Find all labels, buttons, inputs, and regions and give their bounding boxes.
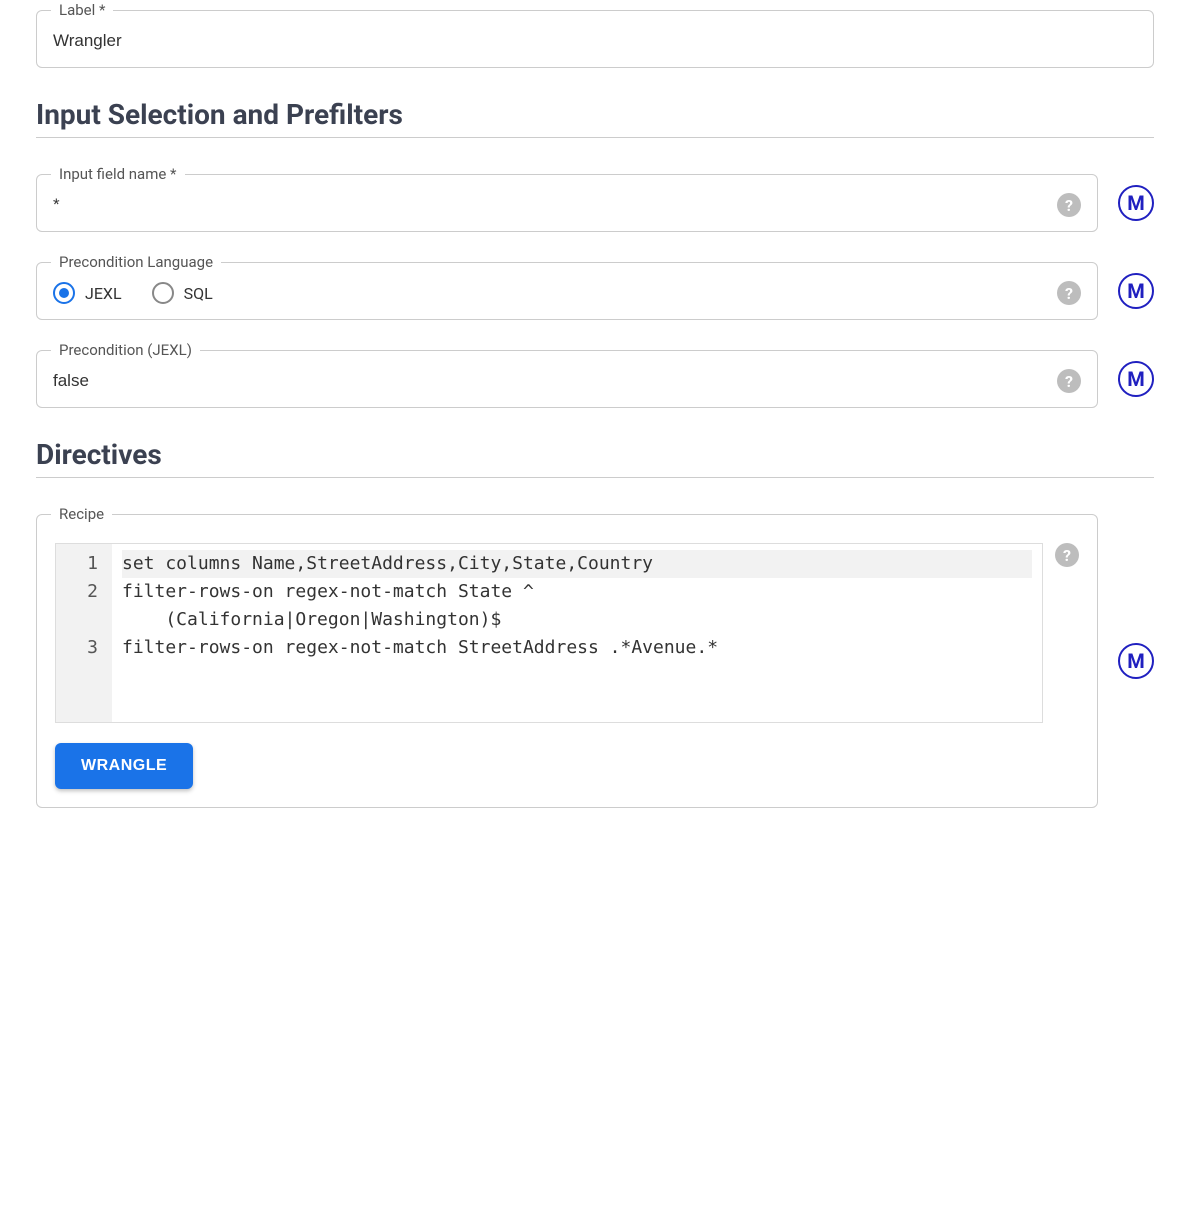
section-rule [36,137,1154,138]
label-input[interactable] [53,29,1137,53]
section-directives-heading: Directives [36,438,1154,471]
code-gutter: 1 2 3 [56,544,112,722]
section-input-selection-heading: Input Selection and Prefilters [36,98,1154,131]
help-icon[interactable]: ? [1055,543,1079,567]
recipe-legend: Recipe [51,505,112,523]
wrangle-button[interactable]: WRANGLE [55,743,193,789]
radio-label: JEXL [85,284,122,303]
input-field-name-legend: Input field name * [51,165,185,183]
precondition-jexl-fieldset: Precondition (JEXL) ? [36,350,1098,408]
code-line: filter-rows-on regex-not-match State ^ [122,578,1032,606]
precondition-language-option-sql[interactable]: SQL [152,282,213,304]
macro-icon[interactable]: M [1118,185,1154,221]
recipe-code-editor[interactable]: 1 2 3 set columns Name,StreetAddress,Cit… [55,543,1043,723]
macro-icon[interactable]: M [1118,643,1154,679]
help-icon[interactable]: ? [1057,193,1081,217]
precondition-language-legend: Precondition Language [51,253,221,271]
help-icon[interactable]: ? [1057,369,1081,393]
code-lines: set columns Name,StreetAddress,City,Stat… [112,544,1042,722]
radio-label: SQL [184,284,213,303]
code-line: filter-rows-on regex-not-match StreetAdd… [122,634,1032,662]
precondition-language-fieldset: Precondition Language JEXL SQL ? [36,262,1098,320]
help-icon[interactable]: ? [1057,281,1081,305]
code-line: (California|Oregon|Washington)$ [122,606,1032,634]
label-fieldset: Label * [36,10,1154,68]
precondition-jexl-input[interactable] [53,369,1057,393]
macro-icon[interactable]: M [1118,273,1154,309]
input-field-name-fieldset: Input field name * ? [36,174,1098,232]
precondition-language-option-jexl[interactable]: JEXL [53,282,122,304]
label-field-legend: Label * [51,1,113,19]
macro-icon[interactable]: M [1118,361,1154,397]
radio-unselected-icon [152,282,174,304]
input-field-name-input[interactable] [53,193,1057,217]
precondition-jexl-legend: Precondition (JEXL) [51,341,200,359]
code-line: set columns Name,StreetAddress,City,Stat… [122,550,1032,578]
radio-selected-icon [53,282,75,304]
section-rule [36,477,1154,478]
recipe-fieldset: Recipe 1 2 3 set columns Name,StreetAddr… [36,514,1098,808]
